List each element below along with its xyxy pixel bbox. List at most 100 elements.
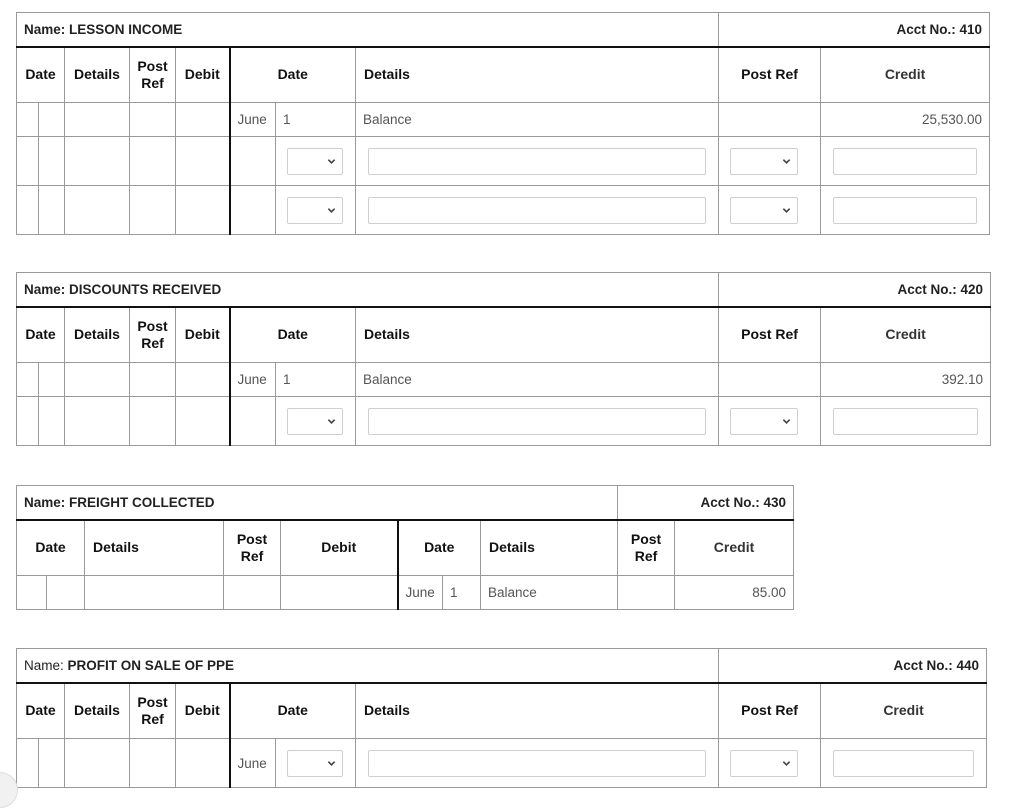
header-debit-details: Details bbox=[64, 306, 130, 363]
credit-month: June bbox=[228, 362, 276, 397]
account-number: Acct No.: 440 bbox=[718, 648, 988, 684]
header-debit-date: Date bbox=[16, 46, 65, 103]
debit-month-cell bbox=[16, 738, 39, 788]
header-debit-date: Date bbox=[16, 682, 65, 739]
credit-input[interactable] bbox=[833, 147, 978, 175]
debit-post-ref-cell bbox=[129, 185, 176, 235]
credit-details-cell bbox=[354, 396, 720, 446]
acct-number-value: 410 bbox=[959, 21, 983, 37]
credit-details-cell bbox=[354, 185, 720, 235]
header-debit-details: Details bbox=[64, 682, 130, 739]
account-name-value: LESSON INCOME bbox=[69, 21, 183, 37]
ledger-profit-on-sale-of-ppe: Name: PROFIT ON SALE OF PPE Acct No.: 44… bbox=[15, 648, 988, 788]
table-row: June 1 Balance 25,530.00 bbox=[16, 102, 991, 137]
credit-day-cell bbox=[275, 136, 356, 186]
credit-details-cell bbox=[354, 136, 720, 186]
table-row bbox=[16, 396, 992, 446]
debit-details-cell bbox=[84, 575, 224, 610]
account-name: Name: DISCOUNTS RECEIVED bbox=[15, 272, 720, 308]
header-debit-post-ref: Post Ref bbox=[129, 306, 176, 363]
table-row bbox=[16, 185, 991, 235]
header-credit-post-ref: Post Ref bbox=[617, 519, 676, 576]
header-debit-post-ref: Post Ref bbox=[223, 519, 281, 576]
header-credit-details: Details bbox=[354, 306, 720, 363]
debit-details-cell bbox=[64, 136, 130, 186]
debit-post-ref-cell bbox=[129, 396, 176, 446]
credit-post-ref bbox=[718, 102, 822, 137]
details-input[interactable] bbox=[368, 749, 707, 777]
acct-label: Acct No.: bbox=[893, 657, 953, 673]
credit-amount-cell bbox=[820, 136, 991, 186]
debit-details-cell bbox=[64, 738, 130, 788]
header-debit: Debit bbox=[175, 46, 230, 103]
debit-post-ref-cell bbox=[129, 362, 176, 397]
header-credit-date: Date bbox=[396, 519, 481, 576]
header-debit: Debit bbox=[175, 306, 230, 363]
credit-amount: 392.10 bbox=[820, 362, 992, 397]
account-name: Name: LESSON INCOME bbox=[15, 12, 720, 48]
credit-details: Balance bbox=[354, 362, 720, 397]
credit-month-cell bbox=[228, 136, 276, 186]
debit-details-cell bbox=[64, 185, 130, 235]
credit-month-cell bbox=[228, 185, 276, 235]
post-ref-select[interactable] bbox=[730, 407, 799, 435]
details-input[interactable] bbox=[368, 147, 707, 175]
date-select[interactable] bbox=[287, 196, 343, 224]
debit-details-cell bbox=[64, 396, 130, 446]
credit-input[interactable] bbox=[833, 407, 979, 435]
account-number: Acct No.: 420 bbox=[718, 272, 992, 308]
post-ref-select[interactable] bbox=[730, 147, 799, 175]
details-input[interactable] bbox=[368, 196, 707, 224]
table-row: June bbox=[16, 738, 988, 788]
debit-amount-cell bbox=[175, 185, 230, 235]
debit-day-cell bbox=[38, 738, 65, 788]
chevron-down-icon bbox=[327, 207, 336, 213]
debit-month-cell bbox=[16, 396, 39, 446]
table-row: June 1 Balance 392.10 bbox=[16, 362, 992, 397]
credit-input[interactable] bbox=[833, 196, 978, 224]
account-name-value: PROFIT ON SALE OF PPE bbox=[67, 657, 235, 673]
debit-post-ref-cell bbox=[129, 136, 176, 186]
header-credit-date: Date bbox=[228, 306, 356, 363]
header-credit-details: Details bbox=[479, 519, 619, 576]
table-row: June 1 Balance 85.00 bbox=[16, 575, 795, 610]
date-select[interactable] bbox=[287, 407, 343, 435]
date-select[interactable] bbox=[287, 749, 343, 777]
credit-amount-cell bbox=[820, 738, 988, 788]
header-credit-details: Details bbox=[354, 46, 720, 103]
header-debit: Debit bbox=[175, 682, 230, 739]
account-name: Name: FREIGHT COLLECTED bbox=[15, 485, 619, 521]
header-credit: Credit bbox=[674, 519, 795, 576]
header-credit-date: Date bbox=[228, 46, 356, 103]
account-number: Acct No.: 410 bbox=[718, 12, 991, 48]
post-ref-select[interactable] bbox=[730, 196, 799, 224]
debit-post-ref-cell bbox=[223, 575, 281, 610]
ledger-lesson-income: Name: LESSON INCOME Acct No.: 410 Date D… bbox=[15, 12, 991, 235]
debit-month-cell bbox=[16, 362, 39, 397]
post-ref-select[interactable] bbox=[730, 749, 799, 777]
header-credit: Credit bbox=[820, 682, 988, 739]
debit-month-cell bbox=[16, 575, 47, 610]
chevron-down-icon bbox=[327, 418, 336, 424]
credit-post-ref-cell bbox=[718, 738, 822, 788]
date-select[interactable] bbox=[287, 147, 343, 175]
credit-amount-cell bbox=[820, 185, 991, 235]
debit-month-cell bbox=[16, 185, 39, 235]
header-debit-details: Details bbox=[84, 519, 224, 576]
header-debit-post-ref: Post Ref bbox=[129, 46, 176, 103]
ledger-freight-collected: Name: FREIGHT COLLECTED Acct No.: 430 Da… bbox=[15, 485, 795, 610]
chevron-down-icon bbox=[327, 158, 336, 164]
header-credit: Credit bbox=[820, 306, 992, 363]
debit-month-cell bbox=[16, 136, 39, 186]
header-credit: Credit bbox=[820, 46, 991, 103]
header-credit-post-ref: Post Ref bbox=[718, 682, 822, 739]
header-debit-details: Details bbox=[64, 46, 130, 103]
header-credit-details: Details bbox=[354, 682, 720, 739]
credit-input[interactable] bbox=[833, 749, 975, 777]
chevron-down-icon bbox=[782, 418, 791, 424]
debit-amount-cell bbox=[175, 396, 230, 446]
credit-amount: 85.00 bbox=[674, 575, 795, 610]
debit-amount-cell bbox=[175, 102, 230, 137]
details-input[interactable] bbox=[368, 407, 707, 435]
credit-day: 1 bbox=[275, 362, 356, 397]
